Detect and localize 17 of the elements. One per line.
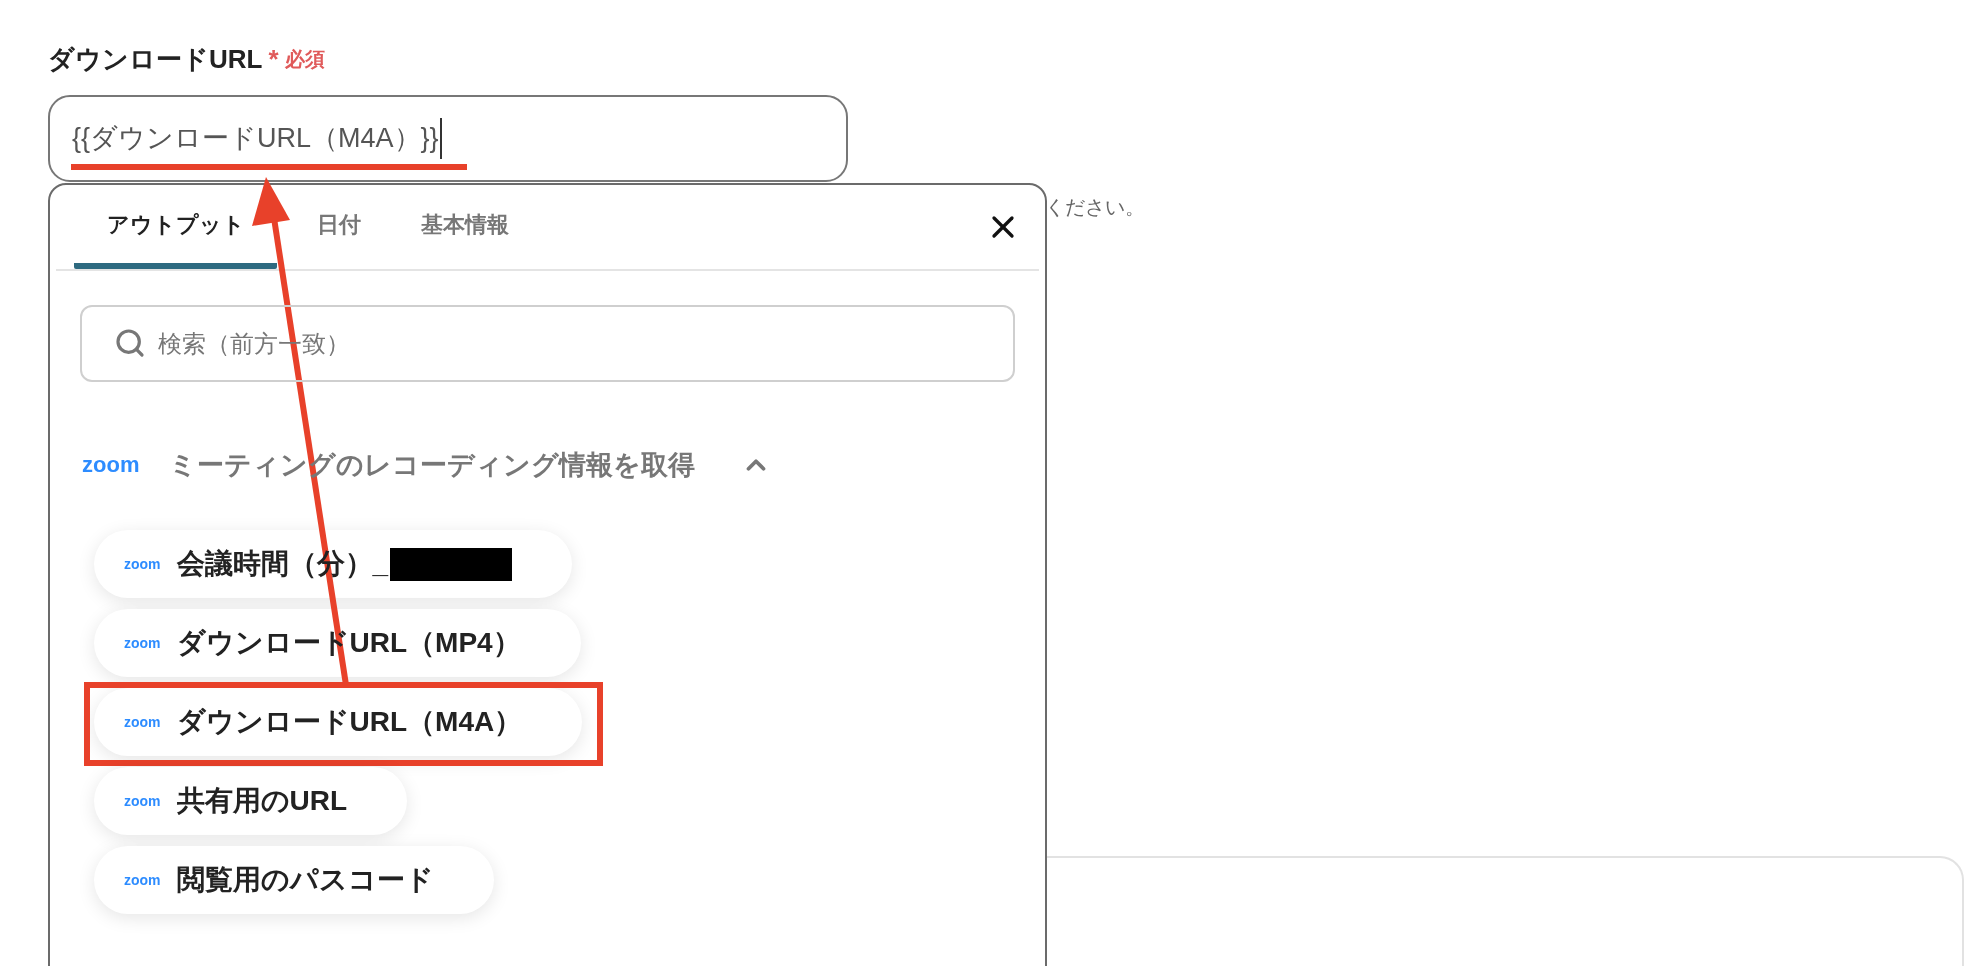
zoom-logo: zoom (124, 557, 161, 571)
hint-text: ください。 (1045, 195, 1146, 220)
zoom-logo: zoom (124, 636, 161, 650)
output-item[interactable]: zoom 共有用のURL (94, 767, 408, 835)
output-item[interactable]: zoom ダウンロードURL（M4A） (94, 688, 583, 756)
zoom-logo: zoom (124, 715, 161, 729)
search-icon (114, 327, 146, 359)
output-item[interactable]: zoom 閲覧用のパスコード (94, 846, 494, 914)
required-label: 必須 (284, 47, 325, 72)
tab[interactable]: 基本情報 (401, 185, 529, 269)
zoom-logo: zoom (124, 873, 161, 887)
field-label: ダウンロードURL (48, 42, 263, 76)
tab[interactable]: 日付 (297, 185, 381, 269)
field-value: {{ダウンロードURL（M4A）}} (72, 118, 442, 159)
zoom-logo: zoom (124, 794, 161, 808)
required-asterisk: * (268, 46, 279, 72)
zoom-logo: zoom (82, 454, 140, 476)
